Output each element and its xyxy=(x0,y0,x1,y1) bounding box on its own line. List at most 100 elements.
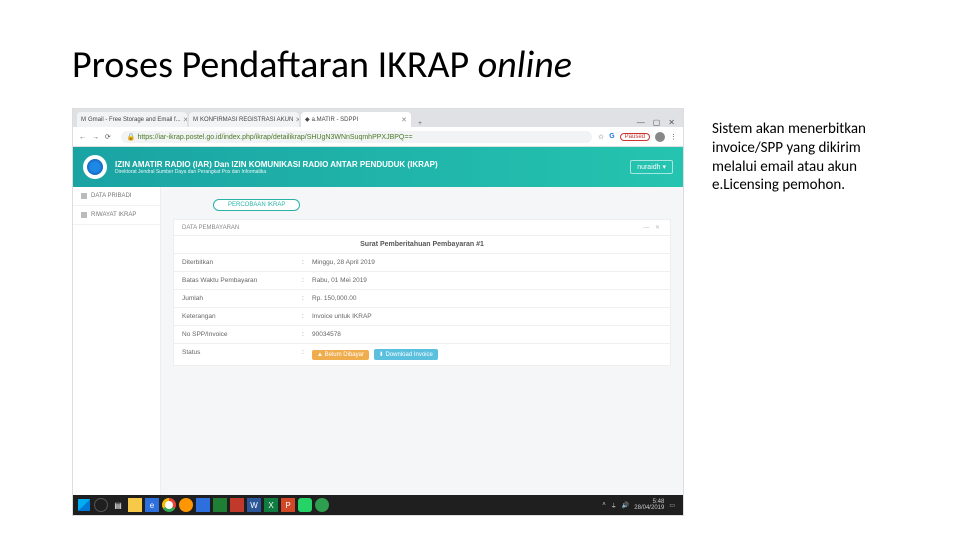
close-icon[interactable]: ✕ xyxy=(183,116,187,124)
title-main: Proses Pendaftaran IKRAP xyxy=(72,42,478,88)
close-icon[interactable]: ✕ xyxy=(295,116,299,124)
browser-tab-strip: M Gmail - Free Storage and Email f... ✕ … xyxy=(73,109,683,127)
clock[interactable]: 5:48 28/04/2019 xyxy=(634,499,664,511)
row-value: Minggu, 28 April 2019 xyxy=(312,259,662,266)
maximize-button[interactable]: ▢ xyxy=(653,118,661,127)
table-row: Jumlah : Rp. 150,000.00 xyxy=(174,289,670,307)
row-value: 90034578 xyxy=(312,331,662,338)
word-icon[interactable]: W xyxy=(247,498,261,512)
top-pill-button[interactable]: PERCOBAAN IKRAP xyxy=(213,199,300,211)
table-row: No SPP/Invoice : 90034578 xyxy=(174,325,670,343)
task-view-icon[interactable]: ▤ xyxy=(111,498,125,512)
panel-actions[interactable]: — ✕ xyxy=(643,224,662,231)
url-text: https://iar-ikrap.postel.go.id/index.php… xyxy=(137,134,412,141)
card-icon xyxy=(81,193,87,199)
search-button[interactable] xyxy=(94,498,108,512)
row-value: ▲ Belum Dibayar ⬇ Download Invoice xyxy=(312,349,662,360)
menu-icon[interactable]: ⋮ xyxy=(670,133,677,141)
user-dropdown[interactable]: nuraidh ▾ xyxy=(630,160,673,174)
back-button[interactable]: ← xyxy=(79,134,86,141)
row-label: No SPP/Invoice xyxy=(182,331,302,338)
paint-icon[interactable] xyxy=(196,498,210,512)
forward-button[interactable]: → xyxy=(92,134,99,141)
sidebar-item-label: RIWAYAT IKRAP xyxy=(91,212,136,218)
panel-title: DATA PEMBAYARAN xyxy=(182,225,239,231)
header-titles: IZIN AMATIR RADIO (IAR) Dan IZIN KOMUNIK… xyxy=(115,160,438,175)
history-icon xyxy=(81,212,87,218)
chrome-icon[interactable] xyxy=(162,498,176,512)
reload-button[interactable]: ⟳ xyxy=(105,134,111,141)
sound-icon[interactable]: 🔊 xyxy=(622,502,629,509)
firefox-icon[interactable] xyxy=(179,498,193,512)
main-content: PERCOBAAN IKRAP DATA PEMBAYARAN — ✕ Sura… xyxy=(161,187,683,495)
close-icon[interactable]: ✕ xyxy=(401,116,407,124)
sidebar-item-riwayat[interactable]: RIWAYAT IKRAP xyxy=(73,206,160,225)
browser-tab[interactable]: M KONFIRMASI REGISTRASI AKUN ✕ xyxy=(189,112,299,127)
excel-icon[interactable]: X xyxy=(264,498,278,512)
panel-subtitle: Surat Pemberitahuan Pembayaran #1 xyxy=(174,236,670,253)
putty-icon[interactable] xyxy=(213,498,227,512)
sidebar-item-label: DATA PRIBADI xyxy=(91,193,131,199)
row-label: Jumlah xyxy=(182,295,302,302)
row-value: Rp. 150,000.00 xyxy=(312,295,662,302)
kominfo-logo xyxy=(83,155,107,179)
new-tab-button[interactable]: + xyxy=(413,121,427,127)
edge-icon[interactable]: e xyxy=(145,498,159,512)
row-label: Status xyxy=(182,349,302,360)
sidebar-item-data-pribadi[interactable]: DATA PRIBADI xyxy=(73,187,160,206)
row-label: Diterbitkan xyxy=(182,259,302,266)
browser-screenshot: M Gmail - Free Storage and Email f... ✕ … xyxy=(72,108,684,516)
title-italic: online xyxy=(478,42,572,88)
row-label: Keterangan xyxy=(182,313,302,320)
table-row: Batas Waktu Pembayaran : Rabu, 01 Mei 20… xyxy=(174,271,670,289)
colon: : xyxy=(302,277,312,284)
windows-taskbar: ▤ e W X P ˄ ⏚ 🔊 5:48 28/04/2019 ▭ xyxy=(73,495,683,515)
close-window-button[interactable]: ✕ xyxy=(668,118,675,127)
g-icon[interactable]: G xyxy=(609,133,614,140)
annotation-text: Sistem akan menerbitkan invoice/SPP yang… xyxy=(712,120,887,195)
file-explorer-icon[interactable] xyxy=(128,498,142,512)
tray-up-icon[interactable]: ˄ xyxy=(602,502,606,508)
sidebar: DATA PRIBADI RIWAYAT IKRAP xyxy=(73,187,161,495)
colon: : xyxy=(302,331,312,338)
mail-icon: M xyxy=(81,117,86,123)
nav-buttons: ← → ⟳ xyxy=(79,133,115,141)
panel-header: DATA PEMBAYARAN — ✕ xyxy=(174,220,670,236)
star-icon[interactable]: ☆ xyxy=(598,133,604,141)
table-row: Keterangan : Invoice untuk IKRAP xyxy=(174,307,670,325)
tab-label: a.MATIR - SDPPI xyxy=(312,117,359,123)
colon: : xyxy=(302,313,312,320)
status-badge-unpaid: ▲ Belum Dibayar xyxy=(312,350,369,360)
slide-title: Proses Pendaftaran IKRAP online xyxy=(72,42,572,88)
header-line2: Direktorat Jendral Sumber Daya dan Peran… xyxy=(115,169,438,175)
profile-avatar[interactable] xyxy=(655,132,665,142)
tab-label: KONFIRMASI REGISTRASI AKUN xyxy=(200,117,293,123)
browser-tab[interactable]: M Gmail - Free Storage and Email f... ✕ xyxy=(77,112,187,127)
powerpoint-icon[interactable]: P xyxy=(281,498,295,512)
site-header: IZIN AMATIR RADIO (IAR) Dan IZIN KOMUNIK… xyxy=(73,147,683,187)
tab-label: Gmail - Free Storage and Email f... xyxy=(88,117,181,123)
row-value: Rabu, 01 Mei 2019 xyxy=(312,277,662,284)
paused-badge[interactable]: Paused xyxy=(620,133,650,141)
table-row-status: Status : ▲ Belum Dibayar ⬇ Download Invo… xyxy=(174,343,670,365)
minimize-button[interactable]: — xyxy=(637,118,645,127)
network-icon[interactable] xyxy=(315,498,329,512)
table-row: Diterbitkan : Minggu, 28 April 2019 xyxy=(174,253,670,271)
url-field[interactable]: 🔒 https://iar-ikrap.postel.go.id/index.p… xyxy=(121,131,592,143)
browser-tab-active[interactable]: ◆ a.MATIR - SDPPI ✕ xyxy=(301,112,411,127)
row-value: Invoice untuk IKRAP xyxy=(312,313,662,320)
ytd-icon[interactable] xyxy=(230,498,244,512)
notifications-icon[interactable]: ▭ xyxy=(669,502,675,509)
addr-right-controls: ☆ G Paused ⋮ xyxy=(598,132,677,142)
colon: : xyxy=(302,259,312,266)
page-icon: ◆ xyxy=(305,116,310,123)
download-invoice-button[interactable]: ⬇ Download Invoice xyxy=(374,349,438,360)
mail-icon: M xyxy=(193,117,198,123)
window-controls: — ▢ ✕ xyxy=(637,118,679,127)
wifi-icon[interactable]: ⏚ xyxy=(611,501,617,510)
system-tray: ˄ ⏚ 🔊 5:48 28/04/2019 ▭ xyxy=(602,499,679,511)
lock-icon: 🔒 xyxy=(127,134,136,141)
start-button[interactable] xyxy=(77,498,91,512)
whatsapp-icon[interactable] xyxy=(298,498,312,512)
browser-address-bar: ← → ⟳ 🔒 https://iar-ikrap.postel.go.id/i… xyxy=(73,127,683,147)
